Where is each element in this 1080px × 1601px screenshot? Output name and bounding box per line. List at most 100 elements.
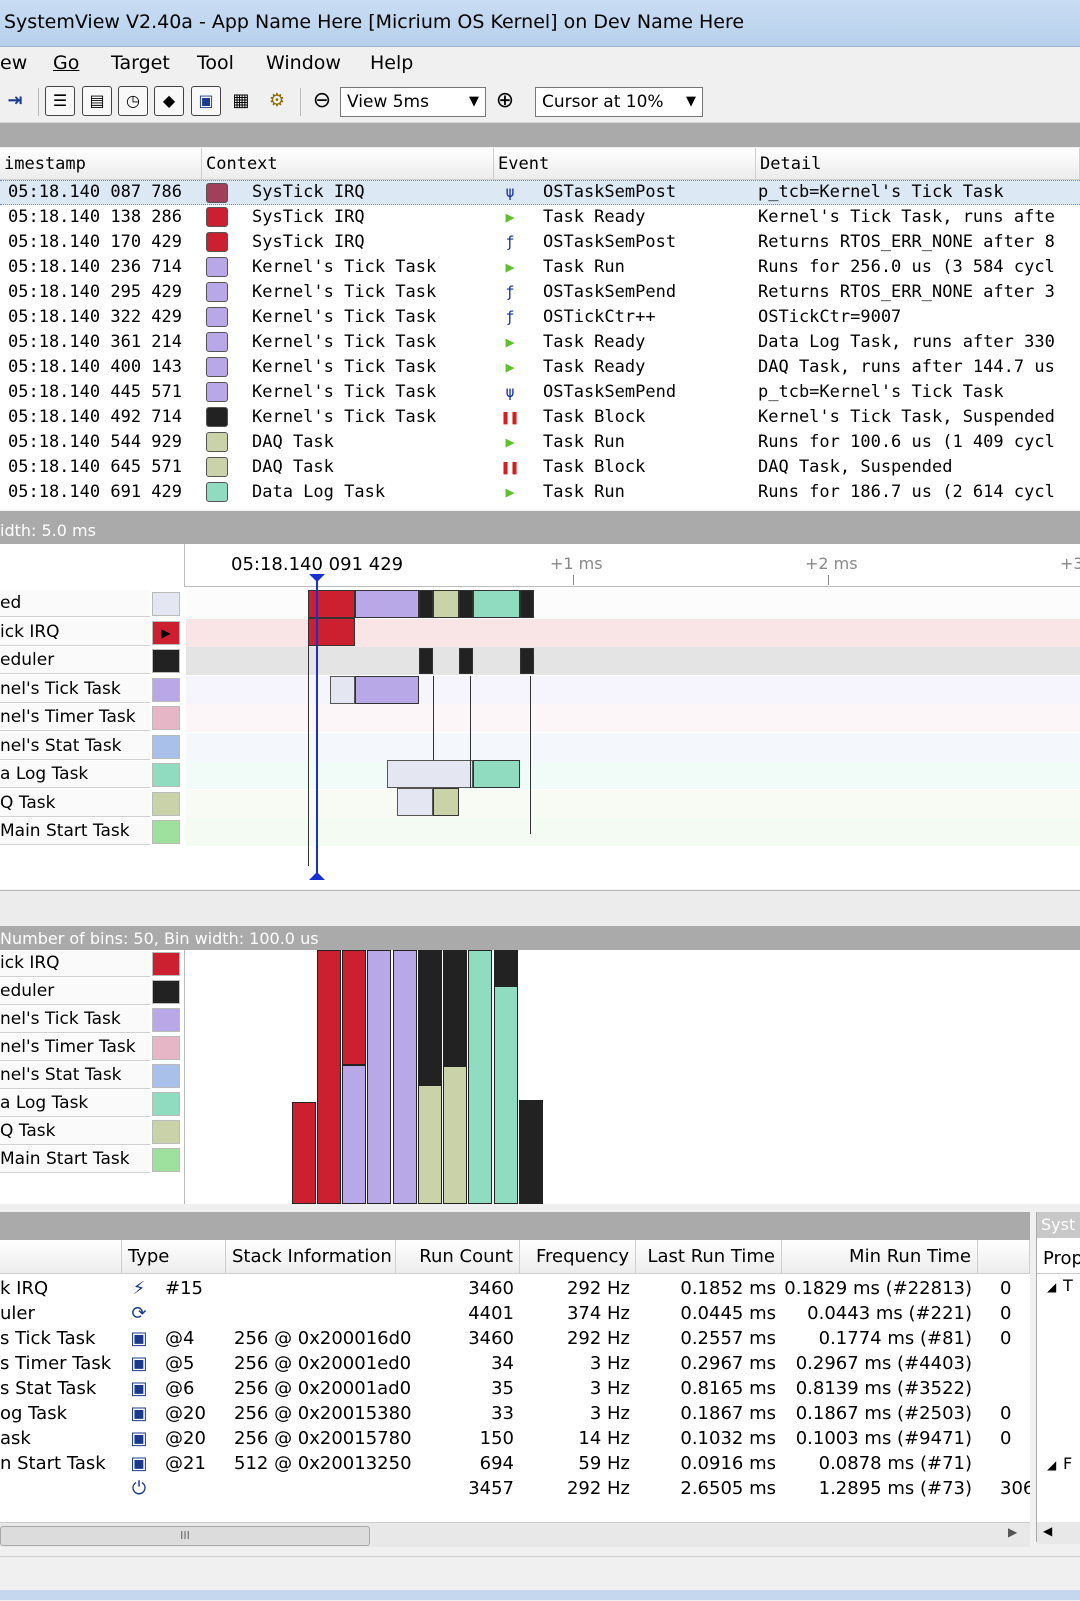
table-icon[interactable]: ▦ [226, 86, 256, 116]
layers-icon[interactable]: ◆ [154, 86, 184, 116]
context-run-count: 3460 [468, 1328, 514, 1349]
contexts-icon[interactable]: ▣ [191, 86, 221, 116]
timeline-panel[interactable]: 05:18.140 091 429 +1 ms +2 ms +3 ed ick I… [0, 544, 1080, 889]
context-row[interactable]: og Task ▣ @20 256 @ 0x20015380 33 3 Hz 0.1867 … [0, 1401, 1030, 1426]
menu-help[interactable]: Help [370, 52, 413, 74]
cpu-load-histogram[interactable]: ick IRQ eduler nel's Tick Task nel's Timer … [0, 950, 1080, 1204]
scrollbar-thumb[interactable]: III [0, 1526, 370, 1546]
cursor-select[interactable]: Cursor at 10% ▼ [535, 87, 703, 117]
scheduler-block[interactable] [520, 590, 534, 618]
contexts-table[interactable]: Type Stack Information Run Count Frequen… [0, 1240, 1030, 1530]
data-log-task-block[interactable] [473, 590, 520, 618]
col-run-count[interactable]: Run Count [396, 1240, 520, 1274]
event-row[interactable]: 05:18.140 691 429 Data Log Task ▶ Task Run R… [0, 480, 1080, 505]
scheduler-lane-block[interactable] [419, 648, 433, 674]
zoom-in-icon[interactable]: ⊕ [490, 86, 520, 116]
event-row[interactable]: 05:18.140 445 571 Kernel's Tick Task ψ OSTa… [0, 380, 1080, 405]
context-row[interactable]: n Start Task ▣ @21 512 @ 0x20013250 694 59 Hz… [0, 1451, 1030, 1476]
scheduler-lane-block[interactable] [520, 648, 534, 674]
collapse-icon[interactable]: ◢ [1047, 1280, 1056, 1294]
tick-task-block[interactable] [355, 590, 419, 618]
clock-icon[interactable]: ◷ [118, 86, 148, 116]
properties-scrollbar[interactable]: ◀ [1037, 1522, 1080, 1544]
timeline-lane-label[interactable]: nel's Timer Task [0, 704, 150, 731]
context-row[interactable]: uler ⟳ 4401 374 Hz 0.0445 ms 0.0443 ms (#221)… [0, 1301, 1030, 1326]
col-event[interactable]: Event [494, 148, 756, 180]
event-row[interactable]: 05:18.140 492 714 Kernel's Tick Task ❚❚ Tas… [0, 405, 1080, 430]
events-list[interactable]: imestamp Context Event Detail 05:18.140 … [0, 148, 1080, 510]
data-log-run-block[interactable] [473, 760, 520, 788]
event-row[interactable]: 05:18.140 361 214 Kernel's Tick Task ▶ Task… [0, 330, 1080, 355]
col-type[interactable]: Type [122, 1240, 226, 1274]
scheduler-lane-block[interactable] [459, 648, 473, 674]
event-row[interactable]: 05:18.140 236 714 Kernel's Tick Task ▶ Task… [0, 255, 1080, 280]
splitter[interactable] [0, 890, 1080, 927]
events-caption-bar [0, 123, 1080, 147]
event-row[interactable]: 05:18.140 322 429 Kernel's Tick Task ƒ OSTi… [0, 305, 1080, 330]
timeline-lane-label[interactable]: ick IRQ [0, 618, 150, 646]
menu-tool[interactable]: Tool [197, 52, 234, 74]
go-end-icon[interactable]: ⇥ [0, 86, 30, 116]
zoom-out-icon[interactable]: ⊖ [307, 86, 337, 116]
timeline-lane-label[interactable]: eduler [0, 647, 150, 674]
daq-ready-block[interactable] [397, 788, 433, 816]
timeline-lane-label[interactable]: nel's Stat Task [0, 732, 150, 760]
timeline-lane-label[interactable]: Q Task [0, 789, 150, 817]
context-frequency: 3 Hz [589, 1353, 630, 1374]
col-stack[interactable]: Stack Information [226, 1240, 396, 1274]
menu-target[interactable]: Target [111, 52, 170, 74]
col-name[interactable] [0, 1240, 122, 1274]
view-select[interactable]: View 5ms ▼ [340, 87, 486, 117]
event-row[interactable]: 05:18.140 170 429 SysTick IRQ ƒ OSTaskSemPo… [0, 230, 1080, 255]
data-log-ready-block[interactable] [387, 760, 473, 788]
col-last-run[interactable]: Last Run Time [636, 1240, 782, 1274]
context-row[interactable]: ask ▣ @20 256 @ 0x20015780 150 14 Hz 0.1032 ms… [0, 1426, 1030, 1451]
timeline-lane-label[interactable]: nel's Tick Task [0, 675, 150, 703]
context-row[interactable]: s Timer Task ▣ @5 256 @ 0x20001ed0 34 3 Hz 0.2… [0, 1351, 1030, 1376]
context-row[interactable]: ⏻ 3457 292 Hz 2.6505 ms 1.2895 ms (#73) 306 [0, 1476, 1030, 1501]
context-type-icon: ⟳ [131, 1303, 147, 1324]
event-row[interactable]: 05:18.140 400 143 Kernel's Tick Task ▶ Task… [0, 355, 1080, 380]
menu-go[interactable]: Go [53, 52, 79, 74]
scroll-left-icon[interactable]: ◀ [1043, 1524, 1052, 1538]
event-timestamp: 05:18.140 322 429 [8, 307, 182, 327]
event-row[interactable]: 05:18.140 138 286 SysTick IRQ ▶ Task Ready K… [0, 205, 1080, 230]
menu-view[interactable]: ew [0, 52, 27, 74]
context-run-count: 4401 [468, 1303, 514, 1324]
daq-task-block[interactable] [433, 590, 459, 618]
scroll-right-icon[interactable]: ▶ [1008, 1525, 1017, 1539]
event-row[interactable]: 05:18.140 544 929 DAQ Task ▶ Task Run Runs f… [0, 430, 1080, 455]
daq-run-block[interactable] [433, 788, 459, 816]
histogram-divider [184, 950, 185, 1204]
context-stack: 512 @ 0x20013250 [234, 1453, 412, 1474]
context-row[interactable]: s Tick Task ▣ @4 256 @ 0x200016d0 3460 292 Hz… [0, 1326, 1030, 1351]
properties-title: Syst [1037, 1212, 1080, 1238]
event-row[interactable]: 05:18.140 295 429 Kernel's Tick Task ƒ OSTa… [0, 280, 1080, 305]
timeline-cursor[interactable] [316, 578, 318, 878]
tick-task-run-block[interactable] [355, 676, 419, 704]
col-min-run[interactable]: Min Run Time [782, 1240, 978, 1274]
histogram-lane-label: eduler [0, 978, 150, 1005]
timeline-lane-label[interactable]: Main Start Task [0, 818, 150, 845]
timeline-lane-label[interactable]: ed [0, 590, 150, 617]
col-more[interactable] [978, 1240, 1030, 1274]
terminal-view-icon[interactable]: ▤ [82, 86, 112, 116]
col-timestamp[interactable]: imestamp [0, 148, 202, 180]
cpu-load-icon[interactable]: ⚙ [262, 86, 292, 116]
menu-window[interactable]: Window [266, 52, 341, 74]
scheduler-block[interactable] [419, 590, 433, 618]
events-view-icon[interactable]: ☰ [45, 86, 75, 116]
timeline-lane-label[interactable]: a Log Task [0, 761, 150, 788]
context-row[interactable]: s Stat Task ▣ @6 256 @ 0x20001ad0 35 3 Hz 0.81… [0, 1376, 1030, 1401]
event-row[interactable]: 05:18.140 645 571 DAQ Task ❚❚ Task Block DAQ… [0, 455, 1080, 480]
context-row[interactable]: k IRQ ⚡ #15 3460 292 Hz 0.1852 ms 0.1829 ms (#… [0, 1276, 1030, 1301]
col-detail[interactable]: Detail [756, 148, 1080, 180]
event-row[interactable]: 05:18.140 087 786 SysTick IRQ ψ OSTaskSemPo… [0, 180, 1080, 205]
scheduler-block[interactable] [459, 590, 473, 618]
col-frequency[interactable]: Frequency [520, 1240, 636, 1274]
horizontal-scrollbar[interactable]: III ▶ [0, 1522, 1030, 1547]
tick-task-ready-block[interactable] [330, 676, 355, 704]
collapse-icon[interactable]: ◢ [1047, 1458, 1056, 1472]
context-min-run: 0.0878 ms (#71) [818, 1453, 972, 1474]
col-context[interactable]: Context [202, 148, 494, 180]
